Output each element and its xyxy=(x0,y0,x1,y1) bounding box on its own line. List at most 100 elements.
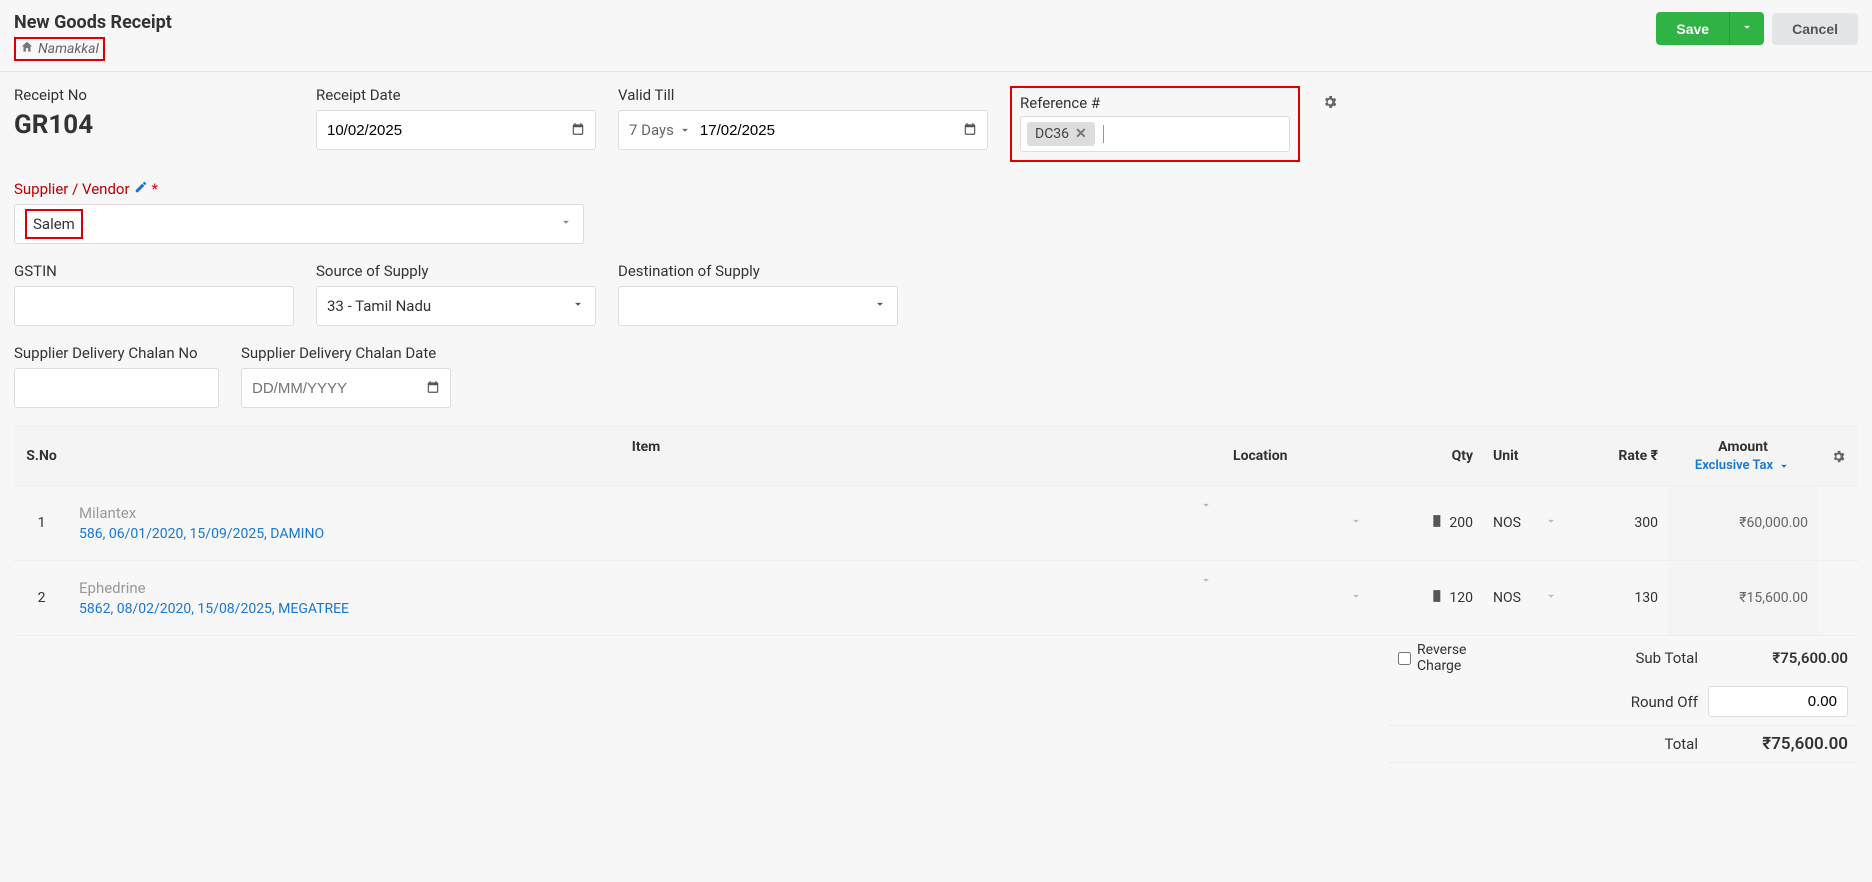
chevron-down-icon xyxy=(873,297,887,315)
building-icon xyxy=(1431,514,1445,532)
col-qty: Qty xyxy=(1373,427,1483,485)
valid-till-days[interactable]: 7 Days xyxy=(629,121,692,139)
amount-label: Amount xyxy=(1718,439,1768,455)
subtotal-value: ₹75,600.00 xyxy=(1708,649,1848,667)
table-row: 1 Milantex 586, 06/01/2020, 15/09/2025, … xyxy=(14,486,1858,561)
row-qty[interactable]: 120 xyxy=(1373,561,1483,635)
home-icon xyxy=(20,40,34,58)
roundoff-label: Round Off xyxy=(1398,693,1708,711)
page-title: New Goods Receipt xyxy=(14,12,172,33)
total-label: Total xyxy=(1398,735,1708,753)
save-button-group: Save xyxy=(1656,12,1764,45)
chevron-down-icon[interactable] xyxy=(1199,498,1213,516)
save-dropdown-button[interactable] xyxy=(1730,12,1764,45)
chevron-down-icon xyxy=(1544,589,1558,607)
save-button[interactable]: Save xyxy=(1656,12,1730,45)
item-name: Milantex xyxy=(79,504,1199,522)
chevron-down-icon xyxy=(1544,514,1558,532)
row-spacer xyxy=(1818,561,1858,635)
row-location[interactable] xyxy=(1223,561,1373,635)
building-icon xyxy=(1431,589,1445,607)
reverse-charge-label: Reverse Charge xyxy=(1417,642,1513,674)
row-sno: 1 xyxy=(14,486,69,560)
source-supply-label: Source of Supply xyxy=(316,262,596,280)
supplier-label: Supplier / Vendor xyxy=(14,180,584,198)
receipt-no-value: GR104 xyxy=(14,110,294,140)
col-item: Item xyxy=(69,427,1223,485)
valid-till-label: Valid Till xyxy=(618,86,988,104)
col-amount: Amount Exclusive Tax xyxy=(1668,427,1818,485)
row-location[interactable] xyxy=(1223,486,1373,560)
calendar-icon[interactable] xyxy=(571,121,585,140)
row-item[interactable]: Ephedrine 5862, 08/02/2020, 15/08/2025, … xyxy=(69,561,1223,635)
table-row: 2 Ephedrine 5862, 08/02/2020, 15/08/2025… xyxy=(14,561,1858,636)
row-amount: ₹15,600.00 xyxy=(1668,561,1818,635)
text-cursor xyxy=(1103,125,1104,143)
chevron-down-icon xyxy=(1349,589,1363,607)
home-location-box[interactable]: Namakkal xyxy=(14,37,105,61)
row-qty[interactable]: 200 xyxy=(1373,486,1483,560)
unit-value: NOS xyxy=(1493,515,1521,531)
table-header: S.No Item Location Qty Unit Rate ₹ Amoun… xyxy=(14,427,1858,486)
chevron-down-icon xyxy=(559,215,573,233)
valid-till-date-field[interactable] xyxy=(700,122,955,139)
row-rate[interactable]: 300 xyxy=(1568,486,1668,560)
calendar-icon[interactable] xyxy=(963,121,977,140)
home-location-label: Namakkal xyxy=(38,41,99,57)
col-unit: Unit xyxy=(1483,427,1568,485)
sdc-no-field[interactable] xyxy=(25,380,208,397)
reference-input[interactable]: DC36 ✕ xyxy=(1020,116,1290,152)
receipt-no-label: Receipt No xyxy=(14,86,294,104)
sdc-date-field[interactable] xyxy=(252,380,426,397)
qty-value[interactable]: 120 xyxy=(1449,590,1473,606)
unit-value: NOS xyxy=(1493,590,1521,606)
receipt-date-field[interactable] xyxy=(327,122,571,139)
sdc-no-input[interactable] xyxy=(14,368,219,408)
supplier-value-box: Salem xyxy=(25,209,83,239)
row-sno: 2 xyxy=(14,561,69,635)
col-location: Location xyxy=(1223,427,1373,485)
settings-gear-icon[interactable] xyxy=(1322,96,1338,114)
source-supply-select[interactable]: 33 - Tamil Nadu xyxy=(316,286,596,326)
source-supply-value: 33 - Tamil Nadu xyxy=(327,297,431,315)
chevron-down-icon xyxy=(571,297,585,315)
reference-tag: DC36 ✕ xyxy=(1027,122,1095,146)
row-unit[interactable]: NOS xyxy=(1483,486,1568,560)
col-sno: S.No xyxy=(14,427,69,485)
dest-supply-select[interactable] xyxy=(618,286,898,326)
row-spacer xyxy=(1818,486,1858,560)
sdc-no-label: Supplier Delivery Chalan No xyxy=(14,344,219,362)
item-name: Ephedrine xyxy=(79,579,1199,597)
cancel-button[interactable]: Cancel xyxy=(1772,13,1858,45)
sdc-date-label: Supplier Delivery Chalan Date xyxy=(241,344,451,362)
receipt-date-label: Receipt Date xyxy=(316,86,596,104)
reverse-charge-checkbox[interactable] xyxy=(1398,652,1411,665)
roundoff-input[interactable] xyxy=(1708,686,1848,717)
gstin-input[interactable] xyxy=(14,286,294,326)
row-item[interactable]: Milantex 586, 06/01/2020, 15/09/2025, DA… xyxy=(69,486,1223,560)
chevron-down-icon[interactable] xyxy=(1199,573,1213,591)
subtotal-label: Sub Total xyxy=(1618,649,1708,667)
valid-till-input[interactable]: 7 Days xyxy=(618,110,988,150)
tax-mode-toggle[interactable]: Exclusive Tax xyxy=(1695,458,1791,473)
edit-supplier-icon[interactable] xyxy=(134,180,148,198)
supplier-select[interactable]: Salem xyxy=(14,204,584,244)
row-unit[interactable]: NOS xyxy=(1483,561,1568,635)
total-value: ₹75,600.00 xyxy=(1708,734,1848,754)
gstin-label: GSTIN xyxy=(14,262,294,280)
receipt-date-input[interactable] xyxy=(316,110,596,150)
row-amount: ₹60,000.00 xyxy=(1668,486,1818,560)
items-table: S.No Item Location Qty Unit Rate ₹ Amoun… xyxy=(14,426,1858,636)
row-rate[interactable]: 130 xyxy=(1568,561,1668,635)
qty-value[interactable]: 200 xyxy=(1449,515,1473,531)
item-meta-link[interactable]: 5862, 08/02/2020, 15/08/2025, MEGATREE xyxy=(79,601,1199,617)
dest-supply-label: Destination of Supply xyxy=(618,262,898,280)
calendar-icon[interactable] xyxy=(426,379,440,398)
table-settings[interactable] xyxy=(1818,427,1858,485)
chevron-down-icon xyxy=(1349,514,1363,532)
item-meta-link[interactable]: 586, 06/01/2020, 15/09/2025, DAMINO xyxy=(79,526,1199,542)
sdc-date-input[interactable] xyxy=(241,368,451,408)
reference-label: Reference # xyxy=(1020,94,1290,112)
reference-tag-remove-icon[interactable]: ✕ xyxy=(1075,126,1087,142)
gstin-field[interactable] xyxy=(25,298,283,315)
